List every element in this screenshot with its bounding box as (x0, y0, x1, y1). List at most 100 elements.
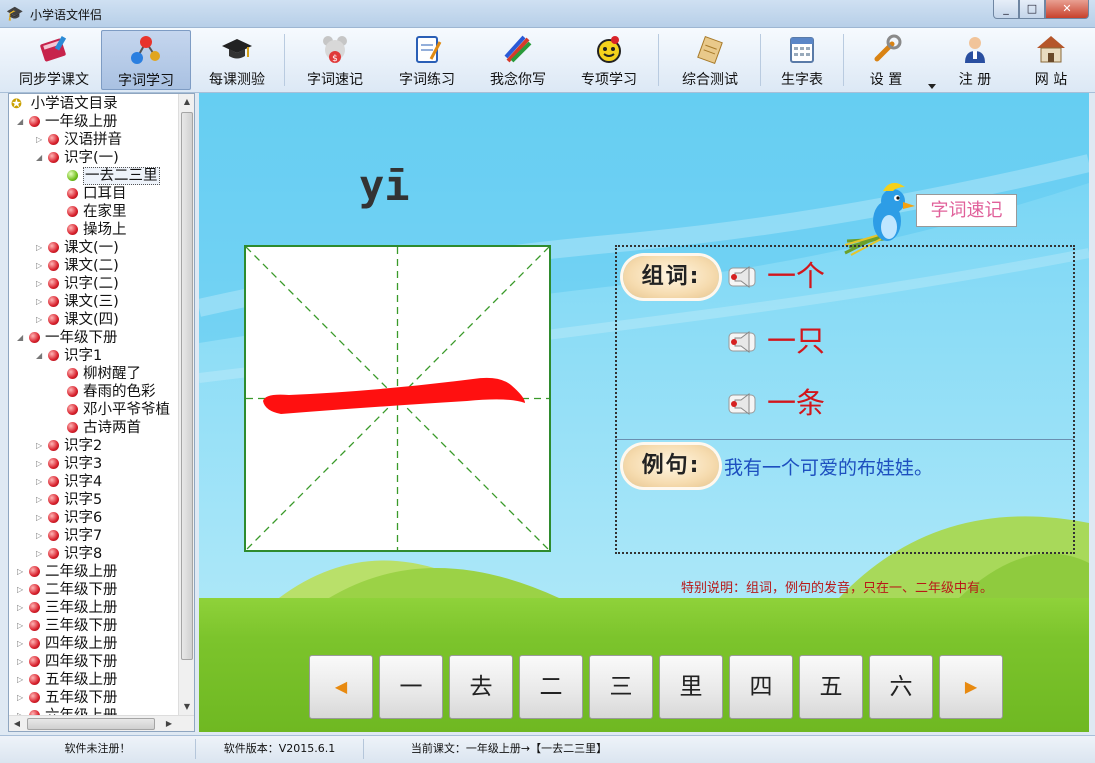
tree-node[interactable]: ▷ 课文(一) (36, 239, 119, 257)
toolbar-comprehensive-test-button[interactable]: 综合测试 (664, 30, 756, 90)
previous-button[interactable]: ◀ (309, 655, 373, 719)
tree-node[interactable]: ▷ 识字8 (36, 545, 102, 563)
tree-expander-icon[interactable]: ◢ (36, 347, 46, 365)
tree-expander-icon[interactable]: ▷ (17, 689, 27, 707)
tree-node[interactable]: ◢ 识字(一) (36, 149, 119, 167)
tree-expander-icon[interactable]: ▷ (17, 635, 27, 653)
tree-expander-icon[interactable]: ▷ (36, 455, 46, 473)
tree-node[interactable]: 春雨的色彩 (55, 383, 156, 401)
tree-node[interactable]: ▷ 五年级下册 (17, 689, 118, 707)
scrollbar-thumb[interactable] (27, 718, 155, 730)
char-button-2[interactable]: 去 (449, 655, 513, 719)
tree-expander-icon[interactable]: ▷ (36, 239, 46, 257)
tree-expander-icon[interactable]: ◢ (36, 149, 46, 167)
maximize-button[interactable]: □ (1019, 0, 1045, 19)
toolbar-word-practice-button[interactable]: 字词练习 (382, 30, 472, 90)
tree-expander-icon[interactable]: ▷ (36, 437, 46, 455)
tree-node[interactable]: ▷ 三年级上册 (17, 599, 118, 617)
tree-root[interactable]: ✪ 小学语文目录 (11, 95, 118, 113)
tree-node[interactable]: ◢ 一年级下册 (17, 329, 118, 347)
tree-node[interactable]: 柳树醒了 (55, 365, 141, 383)
tree-node[interactable]: ▷ 四年级上册 (17, 635, 118, 653)
char-button-8[interactable]: 六 (869, 655, 933, 719)
close-button[interactable]: ✕ (1045, 0, 1089, 19)
tree-node[interactable]: ▷ 课文(四) (36, 311, 119, 329)
toolbar-website-button[interactable]: 网 站 (1016, 30, 1086, 90)
toolbar-register-button[interactable]: 注 册 (940, 30, 1010, 90)
tree-node[interactable]: ▷ 四年级下册 (17, 653, 118, 671)
tree-expander-icon[interactable]: ▷ (17, 617, 27, 635)
tree-expander-icon[interactable]: ▷ (17, 581, 27, 599)
toolbar-settings-button[interactable]: 设 置 (850, 30, 922, 90)
char-button-4[interactable]: 三 (589, 655, 653, 719)
tree-node[interactable]: ▷ 识字3 (36, 455, 102, 473)
toolbar-lesson-quiz-button[interactable]: 每课测验 (194, 30, 280, 90)
tree-node[interactable]: ▷ 识字5 (36, 491, 102, 509)
tree-expander-icon[interactable]: ◢ (17, 113, 27, 131)
speaker-icon[interactable] (725, 387, 757, 419)
tree-node[interactable]: ▷ 识字(二) (36, 275, 119, 293)
settings-dropdown-arrow-icon[interactable] (928, 84, 936, 89)
tree-node[interactable]: ◢ 识字1 (36, 347, 102, 365)
tree-expander-icon[interactable]: ▷ (36, 131, 46, 149)
tree-expander-icon[interactable]: ▷ (36, 275, 46, 293)
tree-node[interactable]: ▷ 六年级上册 (17, 707, 118, 715)
tree-node[interactable]: ▷ 三年级下册 (17, 617, 118, 635)
char-button-7[interactable]: 五 (799, 655, 863, 719)
tree-node[interactable]: ▷ 课文(三) (36, 293, 119, 311)
word-memory-tag[interactable]: 字词速记 (916, 194, 1017, 227)
tree-expander-icon[interactable]: ▷ (36, 527, 46, 545)
scroll-up-arrow-icon[interactable]: ▲ (179, 94, 194, 110)
char-button-6[interactable]: 四 (729, 655, 793, 719)
tree-expander-icon[interactable]: ▷ (36, 491, 46, 509)
toolbar-sync-lesson-button[interactable]: 同步学课文 (8, 30, 100, 90)
next-button[interactable]: ▶ (939, 655, 1003, 719)
tree-expander-icon[interactable]: ▷ (36, 293, 46, 311)
tree-node[interactable]: 古诗两首 (55, 419, 141, 437)
tree-expander-icon[interactable]: ▷ (17, 653, 27, 671)
tree-expander-icon[interactable]: ▷ (17, 707, 27, 715)
tree-node[interactable]: 在家里 (55, 203, 127, 221)
speaker-icon[interactable] (725, 260, 757, 292)
tree-node[interactable]: 操场上 (55, 221, 127, 239)
tree-node[interactable]: ▷ 汉语拼音 (36, 131, 122, 149)
toolbar-special-study-button[interactable]: 专项学习 (565, 30, 653, 90)
char-button-3[interactable]: 二 (519, 655, 583, 719)
tree-node[interactable]: 口耳目 (55, 185, 127, 203)
scroll-down-arrow-icon[interactable]: ▼ (179, 699, 194, 715)
tree-node[interactable]: ▷ 识字2 (36, 437, 102, 455)
toolbar-word-study-button[interactable]: 字词学习 (101, 30, 191, 90)
toolbar-dictation-button[interactable]: 我念你写 (474, 30, 562, 90)
tree-bullet-icon (48, 511, 59, 523)
char-button-1[interactable]: 一 (379, 655, 443, 719)
scroll-left-arrow-icon[interactable]: ◀ (9, 716, 25, 731)
tree-node[interactable]: ▷ 二年级上册 (17, 563, 118, 581)
tree-horizontal-scrollbar[interactable]: ◀ ▶ (9, 715, 194, 731)
minimize-button[interactable]: _ (993, 0, 1019, 19)
tree-expander-icon[interactable]: ▷ (36, 311, 46, 329)
tree-expander-icon[interactable]: ▷ (36, 257, 46, 275)
tree-node[interactable]: ▷ 识字4 (36, 473, 102, 491)
tree-node[interactable]: ▷ 识字6 (36, 509, 102, 527)
tree-expander-icon[interactable]: ◢ (17, 329, 27, 347)
tree-node[interactable]: 邓小平爷爷植 (55, 401, 170, 419)
tree-node[interactable]: ▷ 二年级下册 (17, 581, 118, 599)
tree-expander-icon[interactable]: ▷ (36, 545, 46, 563)
tree-expander-icon[interactable]: ▷ (36, 509, 46, 527)
tree-node[interactable]: ▷ 识字7 (36, 527, 102, 545)
tree-node[interactable]: ▷ 五年级上册 (17, 671, 118, 689)
scrollbar-thumb[interactable] (181, 112, 193, 660)
tree-expander-icon[interactable]: ▷ (36, 473, 46, 491)
speaker-icon[interactable] (725, 325, 757, 357)
tree-vertical-scrollbar[interactable]: ▲ ▼ (178, 94, 194, 715)
tree-expander-icon[interactable]: ▷ (17, 563, 27, 581)
tree-node[interactable]: ◢ 一年级上册 (17, 113, 118, 131)
toolbar-character-table-button[interactable]: 生字表 (764, 30, 840, 90)
tree-node[interactable]: 一去二三里 (55, 167, 160, 185)
tree-expander-icon[interactable]: ▷ (17, 671, 27, 689)
scroll-right-arrow-icon[interactable]: ▶ (161, 716, 177, 731)
char-button-5[interactable]: 里 (659, 655, 723, 719)
tree-expander-icon[interactable]: ▷ (17, 599, 27, 617)
toolbar-word-memory-button[interactable]: $ 字词速记 (290, 30, 380, 90)
tree-node[interactable]: ▷ 课文(二) (36, 257, 119, 275)
